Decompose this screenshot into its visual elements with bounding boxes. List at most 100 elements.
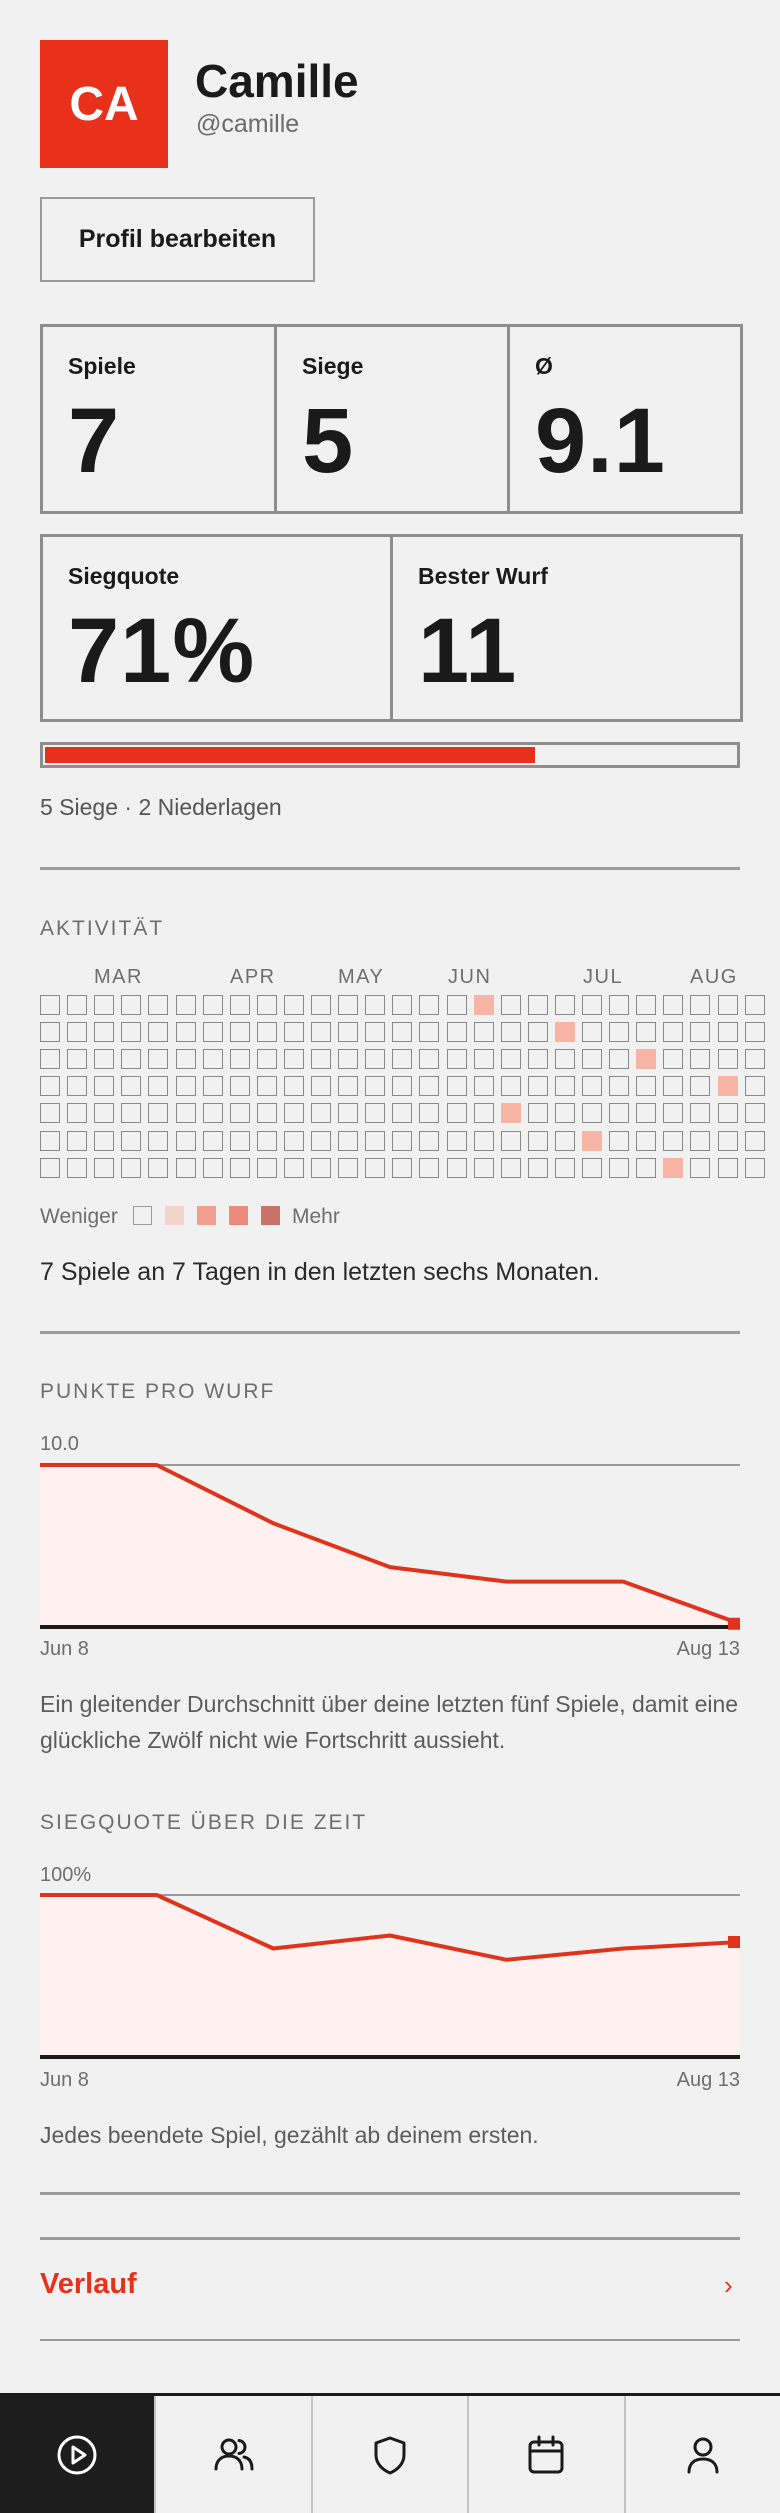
- profile-handle: @camille: [196, 110, 300, 138]
- activity-cell: [202, 1022, 223, 1043]
- activity-cell: [663, 995, 684, 1015]
- divider: [40, 2339, 740, 2341]
- legend-swatch: [133, 1206, 152, 1225]
- activity-cell: [311, 1049, 331, 1070]
- activity-cell: [582, 995, 602, 1015]
- activity-cell: [527, 1076, 548, 1097]
- tab-friends[interactable]: [154, 2396, 310, 2513]
- legend-swatch: [197, 1206, 216, 1225]
- activity-cell: [283, 995, 304, 1015]
- tab-bar: [0, 2393, 780, 2513]
- divider: [40, 2192, 740, 2195]
- activity-cell: [148, 1022, 169, 1043]
- win-progress-fill: [45, 747, 535, 763]
- tab-calendar[interactable]: [467, 2396, 623, 2513]
- activity-cell: [473, 1049, 494, 1070]
- record-text: 5 Siege · 2 Niederlagen: [40, 794, 282, 820]
- activity-cell: [500, 1022, 521, 1043]
- activity-cell: [121, 995, 142, 1015]
- activity-cell: [40, 1130, 60, 1151]
- activity-cell: [365, 995, 386, 1015]
- activity-cell: [636, 1076, 657, 1097]
- activity-cell: [582, 1157, 602, 1178]
- activity-cell: [338, 995, 359, 1015]
- profile-name: Camille: [195, 55, 359, 107]
- activity-cell: [202, 1049, 223, 1070]
- activity-cell: [175, 1022, 196, 1043]
- activity-cell: [256, 1022, 277, 1043]
- activity-cell: [121, 1103, 142, 1124]
- activity-cell: [554, 995, 575, 1015]
- activity-cell: [283, 1049, 304, 1070]
- activity-cell: [663, 1130, 684, 1151]
- activity-cell: [67, 1103, 88, 1124]
- tab-play[interactable]: [0, 2396, 155, 2513]
- tab-shield[interactable]: [310, 2396, 467, 2513]
- activity-cell: [121, 1130, 142, 1151]
- activity-cell: [365, 1076, 386, 1097]
- activity-cell: [283, 1076, 304, 1097]
- activity-cell: [40, 1103, 60, 1124]
- winrate-max-label: 100%: [40, 1864, 92, 1886]
- activity-cell: [744, 995, 765, 1015]
- activity-cell: [67, 1076, 88, 1097]
- activity-cell: [554, 1130, 575, 1151]
- edit-profile-button[interactable]: Profil bearbeiten: [40, 197, 315, 282]
- activity-cell: [121, 1022, 142, 1043]
- activity-cell: [40, 1076, 60, 1097]
- activity-cell: [148, 1130, 169, 1151]
- activity-cell: [473, 1022, 494, 1043]
- stat-best-throw: Bester Wurf 11: [390, 534, 743, 722]
- points-x-end: Aug 13: [676, 1638, 740, 1660]
- legend-more: Mehr: [292, 1205, 340, 1228]
- activity-cell: [365, 1103, 386, 1124]
- activity-cell: [392, 1157, 413, 1178]
- points-max-label: 10.0: [40, 1433, 79, 1455]
- activity-cell: [311, 1157, 331, 1178]
- month-label: APR: [230, 966, 276, 988]
- activity-cell: [609, 1157, 630, 1178]
- tab-profile[interactable]: [623, 2396, 780, 2513]
- activity-cell: [744, 1076, 765, 1097]
- legend-swatch: [165, 1206, 184, 1225]
- activity-cell: [500, 1130, 521, 1151]
- activity-cell: [744, 1130, 765, 1151]
- activity-cell: [94, 1157, 115, 1178]
- activity-cell: [690, 1049, 711, 1070]
- play-icon: [57, 2435, 97, 2474]
- history-link[interactable]: Verlauf: [40, 2268, 137, 2301]
- activity-cell: [473, 1103, 494, 1124]
- divider: [40, 867, 740, 870]
- activity-cell: [554, 1022, 575, 1043]
- activity-cell: [283, 1103, 304, 1124]
- activity-cell: [202, 1103, 223, 1124]
- profile-icon: [687, 2437, 719, 2473]
- activity-cell: [229, 1103, 250, 1124]
- chevron-right-icon: ›: [724, 2270, 733, 2300]
- activity-cell: [527, 1022, 548, 1043]
- activity-cell: [636, 1103, 657, 1124]
- stat-value: 7: [68, 390, 121, 492]
- activity-cell: [148, 995, 169, 1015]
- activity-cell: [392, 1130, 413, 1151]
- activity-cell: [527, 1049, 548, 1070]
- activity-cell: [690, 1130, 711, 1151]
- activity-cell: [256, 1130, 277, 1151]
- activity-cell: [40, 995, 60, 1015]
- month-label: JUN: [448, 966, 492, 988]
- activity-cell: [202, 995, 223, 1015]
- activity-cell: [229, 995, 250, 1015]
- activity-cell: [446, 1130, 467, 1151]
- activity-cell: [283, 1130, 304, 1151]
- activity-cell: [500, 1157, 521, 1178]
- activity-cell: [229, 1157, 250, 1178]
- activity-cell: [744, 1049, 765, 1070]
- activity-cell: [473, 1076, 494, 1097]
- activity-cell: [121, 1076, 142, 1097]
- activity-cell: [40, 1022, 60, 1043]
- activity-cell: [229, 1022, 250, 1043]
- activity-cell: [527, 995, 548, 1015]
- activity-cell: [554, 1103, 575, 1124]
- activity-cell: [338, 1022, 359, 1043]
- activity-cell: [554, 1049, 575, 1070]
